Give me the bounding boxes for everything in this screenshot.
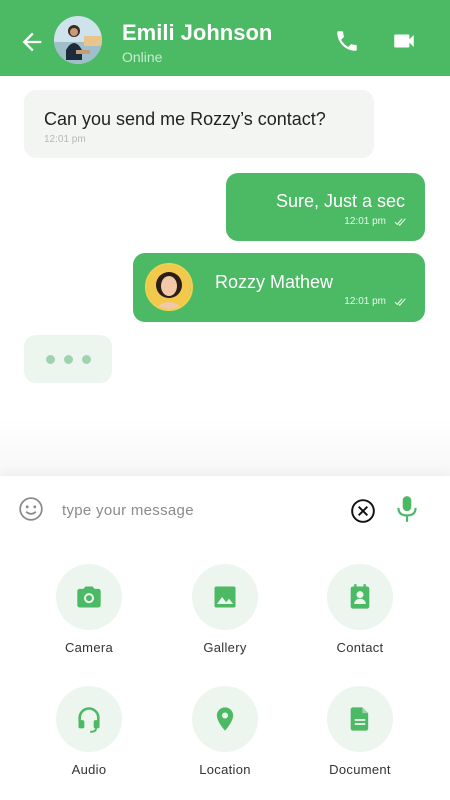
message-text: Sure, Just a sec: [275, 191, 405, 211]
video-call-icon[interactable]: [390, 28, 418, 54]
phone-icon[interactable]: [334, 28, 360, 54]
shared-contact-name: Rozzy Mathew: [215, 272, 334, 292]
typing-dot: [46, 355, 55, 364]
contact-icon-holder: [327, 564, 393, 630]
document-icon-holder: [327, 686, 393, 752]
message-meta: 12:01 pm: [344, 216, 407, 227]
attach-label: Document: [329, 762, 391, 777]
microphone-icon[interactable]: [394, 494, 420, 524]
typing-indicator: [24, 335, 112, 383]
incoming-message[interactable]: Can you send me Rozzy’s contact? 12:01 p…: [24, 90, 374, 158]
close-circle-icon[interactable]: [350, 498, 376, 524]
shared-contact-avatar: [145, 263, 193, 311]
double-check-icon: [394, 217, 406, 226]
shared-contact-message[interactable]: Rozzy Mathew 12:01 pm: [133, 253, 425, 322]
location-icon-holder: [192, 686, 258, 752]
attach-location-button[interactable]: Location: [175, 686, 275, 786]
attach-label: Location: [199, 762, 251, 777]
attach-label: Gallery: [203, 640, 247, 655]
document-icon: [350, 707, 369, 731]
attach-document-button[interactable]: Document: [310, 686, 410, 786]
headset-icon: [78, 707, 100, 733]
message-time: 12:01 pm: [344, 296, 386, 307]
image-icon: [214, 586, 236, 608]
presence-status: Online: [122, 49, 163, 65]
audio-icon-holder: [56, 686, 122, 752]
emoji-icon[interactable]: [18, 496, 44, 522]
attach-camera-button[interactable]: Camera: [39, 564, 139, 664]
contact-icon: [350, 584, 370, 609]
attach-audio-button[interactable]: Audio: [39, 686, 139, 786]
attach-label: Audio: [71, 762, 107, 777]
camera-icon: [77, 586, 101, 608]
contact-avatar[interactable]: [54, 16, 102, 64]
typing-dot: [64, 355, 73, 364]
gallery-icon-holder: [192, 564, 258, 630]
message-time: 12:01 pm: [344, 216, 386, 227]
attach-contact-button[interactable]: Contact: [310, 564, 410, 664]
contact-name: Emili Johnson: [122, 20, 273, 45]
double-check-icon: [394, 297, 406, 306]
typing-dot: [82, 355, 91, 364]
location-pin-icon: [216, 707, 234, 731]
message-meta: 12:01 pm: [344, 296, 407, 307]
attach-label: Camera: [64, 640, 114, 655]
panel-shadow: [0, 418, 450, 478]
camera-icon-holder: [56, 564, 122, 630]
back-arrow-icon[interactable]: [18, 28, 46, 56]
chat-header: Emili Johnson Online: [0, 0, 450, 76]
attach-gallery-button[interactable]: Gallery: [175, 564, 275, 664]
attach-label: Contact: [336, 640, 384, 655]
message-time: 12:01 pm: [44, 134, 86, 145]
message-text: Can you send me Rozzy’s contact?: [44, 109, 326, 129]
outgoing-message[interactable]: Sure, Just a sec 12:01 pm: [226, 173, 425, 241]
message-input[interactable]: [62, 496, 332, 524]
